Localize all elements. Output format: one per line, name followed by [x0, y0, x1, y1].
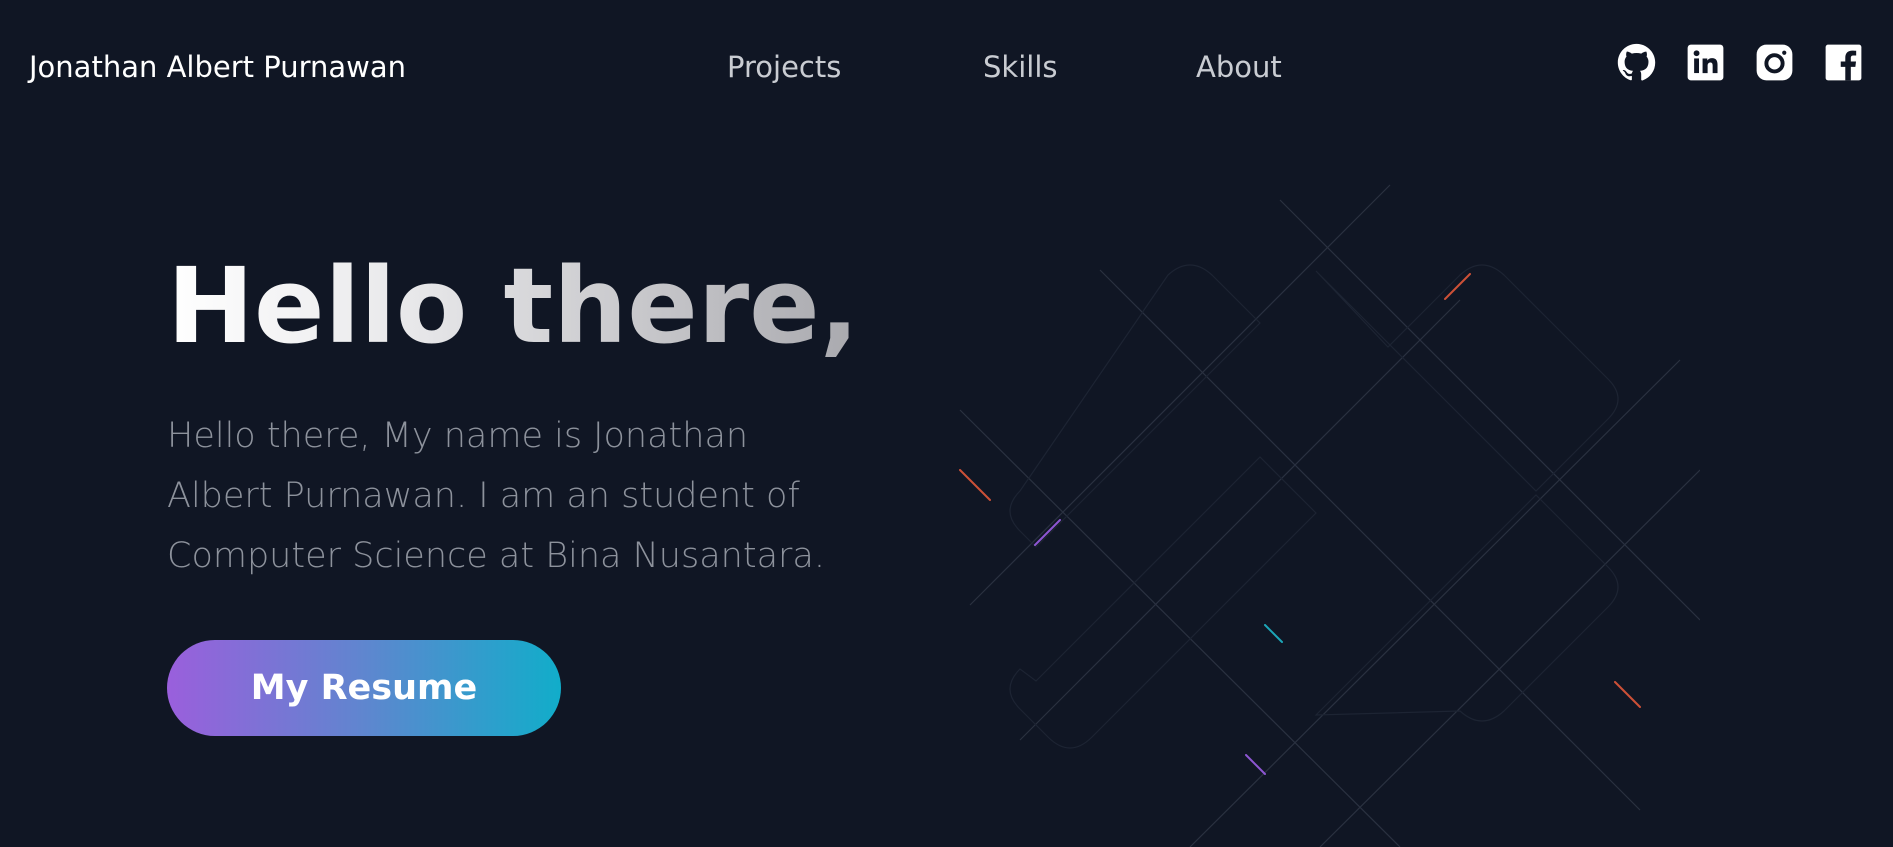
- facebook-icon[interactable]: [1824, 43, 1863, 82]
- instagram-icon[interactable]: [1755, 43, 1794, 82]
- hero-description: Hello there, My name is Jonathan Albert …: [167, 416, 825, 576]
- social-links: [1617, 43, 1863, 82]
- decorative-grid-art: [959, 184, 1700, 847]
- nav-link-skills[interactable]: Skills: [983, 50, 1057, 84]
- nav-link-projects[interactable]: Projects: [727, 50, 841, 84]
- github-icon[interactable]: [1617, 43, 1656, 82]
- linkedin-icon[interactable]: [1686, 43, 1725, 82]
- page: Jonathan Albert Purnawan Projects Skills…: [0, 0, 1893, 847]
- my-resume-button[interactable]: My Resume: [167, 640, 561, 736]
- hero-title: Hello there,: [167, 245, 860, 367]
- nav-link-about[interactable]: About: [1196, 50, 1282, 84]
- main-nav: Projects Skills About: [0, 50, 1893, 90]
